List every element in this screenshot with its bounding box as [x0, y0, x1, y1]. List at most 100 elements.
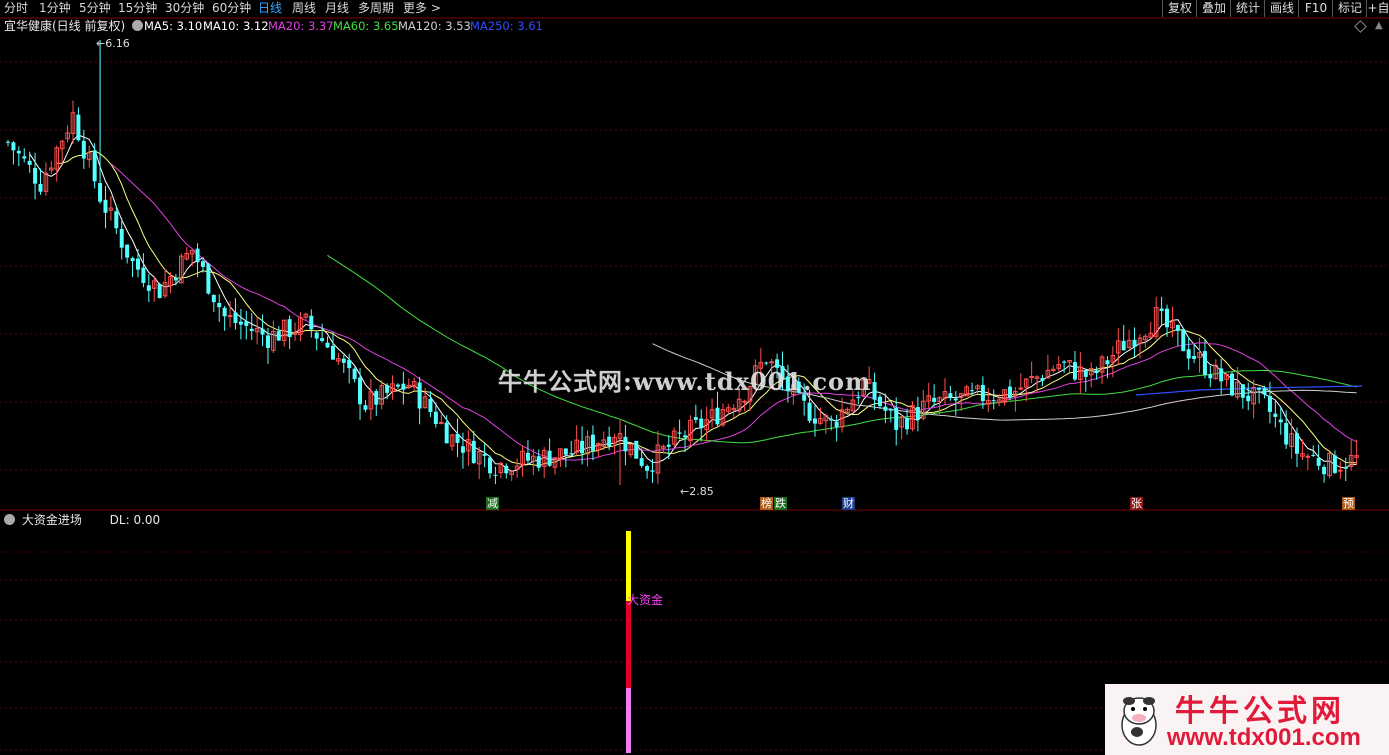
- signal-bar-yellow: [626, 531, 631, 601]
- candle-body: [211, 294, 216, 303]
- indicator-dl-value: DL: 0.00: [109, 513, 161, 527]
- candle-body: [103, 199, 108, 213]
- candle-body: [260, 328, 265, 335]
- event-mark-rise[interactable]: 张: [1130, 497, 1143, 510]
- candle-body: [314, 332, 319, 339]
- candle-body: [98, 183, 103, 202]
- candle-body: [488, 457, 493, 474]
- candle-body: [1186, 349, 1191, 359]
- candle-body: [22, 156, 27, 159]
- candle-body: [894, 407, 899, 430]
- candle-body: [607, 436, 612, 447]
- candle-body: [276, 331, 281, 341]
- candle-body: [536, 456, 541, 468]
- candle-body: [834, 421, 839, 427]
- candle-body: [525, 452, 530, 461]
- candle-body: [146, 285, 151, 291]
- candle-body: [991, 400, 996, 402]
- candle-body: [125, 244, 130, 258]
- site-logo: 牛牛公式网 www.tdx001.com: [1105, 684, 1389, 755]
- candle-body: [905, 417, 910, 430]
- candle-body: [265, 335, 270, 348]
- candle-body: [1072, 362, 1077, 380]
- event-mark-reduce[interactable]: 减: [486, 497, 499, 510]
- candle-body: [812, 418, 817, 424]
- candle-body: [1105, 360, 1110, 365]
- candle-body: [119, 228, 124, 248]
- indicator-gear-icon[interactable]: [4, 514, 15, 525]
- candle-body: [76, 114, 81, 141]
- candle-body: [829, 418, 834, 421]
- candle-body: [38, 183, 43, 192]
- cow-mascot-icon: [1121, 697, 1157, 746]
- candle-body: [699, 418, 704, 429]
- candle-body: [1094, 370, 1099, 373]
- candle-body: [1132, 339, 1137, 347]
- candle-body: [1018, 387, 1024, 390]
- candle-body: [482, 453, 487, 456]
- candle-body: [401, 383, 406, 390]
- candle-body: [888, 409, 893, 411]
- logo-url: www.tdx001.com: [1167, 724, 1361, 751]
- candle-body: [374, 391, 379, 405]
- candle-body: [1050, 368, 1056, 371]
- event-mark-finance[interactable]: 财: [842, 497, 855, 510]
- indicator-bars: [626, 531, 631, 753]
- candle-body: [742, 400, 747, 403]
- candle-body: [347, 359, 352, 369]
- indicator-name[interactable]: 大资金进场: [22, 513, 82, 527]
- candle-body: [195, 248, 200, 263]
- candle-body: [915, 407, 920, 420]
- candle-body: [438, 421, 444, 424]
- candle-body: [352, 368, 357, 380]
- candle-body: [1159, 308, 1164, 311]
- candle-body: [33, 167, 38, 184]
- candle-body: [1230, 373, 1235, 396]
- candle-body: [666, 444, 671, 447]
- watermark-text: 牛牛公式网:www.tdx001.com: [498, 367, 872, 396]
- candle-body: [980, 385, 985, 402]
- candle-body: [970, 390, 975, 392]
- candle-body: [623, 436, 628, 452]
- candlesticks: [6, 40, 1359, 485]
- candle-body: [130, 258, 135, 262]
- candle-body: [135, 258, 140, 270]
- candle-body: [92, 150, 97, 182]
- event-mark-rank[interactable]: 榜: [760, 497, 773, 510]
- candle-body: [493, 474, 498, 476]
- candle-body: [715, 407, 720, 425]
- candle-body: [504, 465, 509, 474]
- candle-body: [693, 417, 698, 420]
- candle-body: [1295, 433, 1300, 454]
- candle-body: [385, 385, 390, 393]
- candle-body: [460, 446, 465, 453]
- indicator-title: 大资金进场 DL: 0.00: [4, 512, 160, 528]
- candle-body: [1273, 413, 1278, 417]
- candle-body: [81, 140, 86, 159]
- candle-body: [244, 321, 249, 326]
- candle-body: [227, 315, 233, 318]
- event-mark-fall[interactable]: 跌: [774, 497, 787, 510]
- candle-body: [807, 402, 812, 421]
- candle-body: [872, 382, 877, 400]
- candle-body: [953, 398, 958, 401]
- candle-body: [444, 422, 449, 444]
- candle-body: [683, 435, 687, 438]
- candle-body: [309, 315, 314, 330]
- candle-body: [1284, 423, 1289, 445]
- candle-body: [1062, 361, 1067, 363]
- event-mark-forecast[interactable]: 预: [1342, 497, 1355, 510]
- candle-body: [157, 283, 162, 299]
- candle-body: [650, 470, 655, 472]
- candle-body: [856, 397, 861, 399]
- candle-body: [634, 440, 639, 459]
- signal-bar-red: [626, 601, 631, 688]
- low-price-value: 2.85: [689, 485, 714, 498]
- candle-body: [433, 411, 438, 425]
- candle-body: [563, 448, 568, 455]
- big-money-label: 大资金: [627, 593, 664, 607]
- candle-body: [16, 150, 21, 154]
- candle-body: [883, 406, 888, 411]
- ma5-line: [29, 134, 1357, 472]
- candle-body: [1175, 325, 1180, 331]
